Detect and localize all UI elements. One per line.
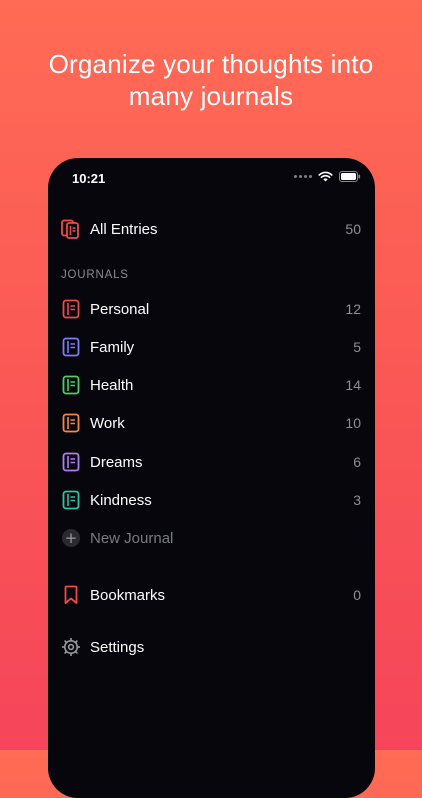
journal-row-kindness[interactable]: Kindness 3 xyxy=(48,481,375,519)
journal-row-dreams[interactable]: Dreams 6 xyxy=(48,443,375,481)
all-entries-count: 50 xyxy=(345,221,361,237)
journal-count: 10 xyxy=(345,415,361,431)
journal-label: Health xyxy=(90,376,134,394)
all-entries-label: All Entries xyxy=(90,220,158,238)
journal-icon xyxy=(60,489,82,511)
settings-row[interactable]: Settings xyxy=(48,628,375,666)
journal-icon xyxy=(60,298,82,320)
signal-dots-icon xyxy=(294,175,312,178)
journal-label: Kindness xyxy=(90,491,152,509)
battery-icon xyxy=(339,171,361,182)
journal-row-personal[interactable]: Personal 12 xyxy=(48,290,375,328)
status-bar: 10:21 xyxy=(48,158,375,198)
status-icons xyxy=(294,171,361,182)
headline-line-2: many journals xyxy=(128,81,294,111)
bookmarks-row[interactable]: Bookmarks 0 xyxy=(48,576,375,614)
journal-label: Family xyxy=(90,338,135,356)
journal-count: 5 xyxy=(353,339,361,355)
bookmarks-count: 0 xyxy=(353,587,361,603)
journals-section-header: JOURNALS xyxy=(61,269,129,281)
all-entries-row[interactable]: All Entries 50 xyxy=(48,210,375,248)
journal-row-health[interactable]: Health 14 xyxy=(48,366,375,404)
journal-label: Personal xyxy=(90,300,150,318)
phone-screen: 10:21 All Entries 50 JOURNALS Personal 1… xyxy=(48,158,375,798)
journal-icon xyxy=(60,336,82,358)
journal-count: 3 xyxy=(353,492,361,508)
journal-label: Work xyxy=(90,414,125,432)
status-time: 10:21 xyxy=(72,171,106,186)
new-journal-button[interactable]: + New Journal xyxy=(48,519,375,557)
gear-icon xyxy=(60,636,82,658)
journal-icon xyxy=(60,374,82,396)
journal-row-work[interactable]: Work 10 xyxy=(48,404,375,442)
journal-label: Dreams xyxy=(90,453,143,471)
wifi-icon xyxy=(318,171,333,182)
stacked-journals-icon xyxy=(60,218,82,240)
headline-line-1: Organize your thoughts into xyxy=(48,49,374,79)
journal-count: 6 xyxy=(353,454,361,470)
bookmark-icon xyxy=(60,584,82,606)
settings-label: Settings xyxy=(90,638,145,656)
plus-icon: + xyxy=(60,527,82,549)
journal-row-family[interactable]: Family 5 xyxy=(48,328,375,366)
journal-icon xyxy=(60,451,82,473)
journal-icon xyxy=(60,412,82,434)
new-journal-label: New Journal xyxy=(90,529,174,547)
bookmarks-label: Bookmarks xyxy=(90,586,166,604)
journal-count: 14 xyxy=(345,377,361,393)
journal-count: 12 xyxy=(345,301,361,317)
headline: Organize your thoughts into many journal… xyxy=(0,48,422,112)
